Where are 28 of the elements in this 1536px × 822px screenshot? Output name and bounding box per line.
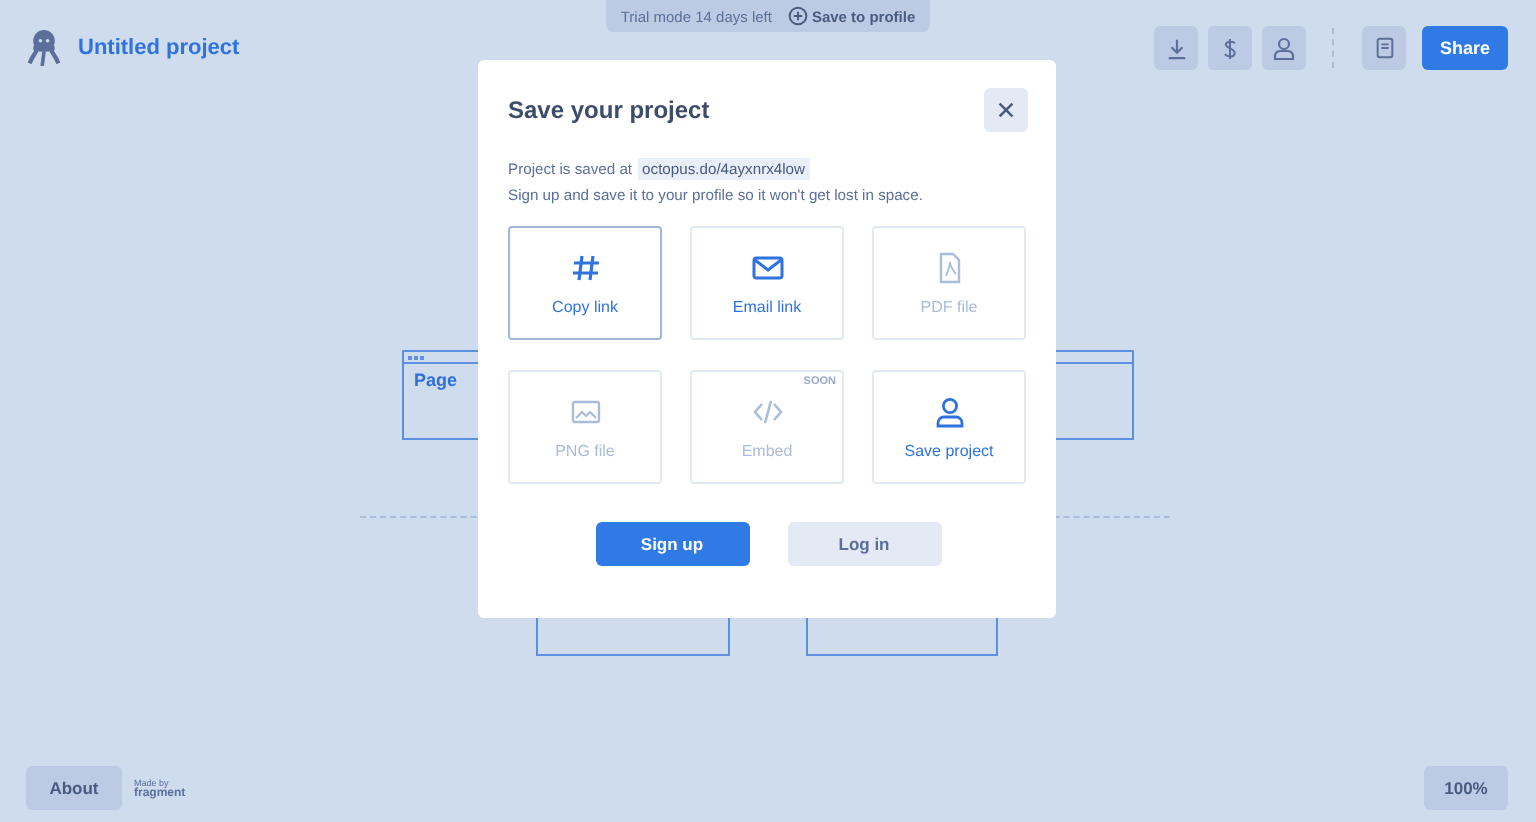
user-icon xyxy=(933,395,965,427)
image-icon xyxy=(569,395,601,427)
dollar-icon xyxy=(1220,35,1240,61)
export-option[interactable]: Save project xyxy=(872,370,1026,484)
profile-button[interactable] xyxy=(1262,26,1306,70)
book-button[interactable] xyxy=(1362,26,1406,70)
zoom-level-button[interactable]: 100% xyxy=(1424,766,1508,810)
hash-icon xyxy=(569,251,601,283)
octopus-icon xyxy=(26,28,62,68)
log-in-button[interactable]: Log in xyxy=(787,522,941,566)
mail-icon xyxy=(751,251,783,283)
close-icon xyxy=(998,102,1014,118)
share-button[interactable]: Share xyxy=(1422,26,1508,70)
frame-title: Page xyxy=(414,370,458,390)
about-button[interactable]: About xyxy=(26,766,122,810)
code-icon xyxy=(751,395,783,427)
dialog-title: Save your project xyxy=(508,96,710,124)
project-title[interactable]: Untitled project xyxy=(78,36,240,60)
close-button[interactable] xyxy=(984,88,1028,132)
download-button[interactable] xyxy=(1154,26,1198,70)
sign-up-button[interactable]: Sign up xyxy=(595,522,749,566)
pricing-button[interactable] xyxy=(1208,26,1252,70)
book-icon xyxy=(1373,36,1395,60)
user-icon xyxy=(1272,36,1296,60)
export-option[interactable]: Copy link xyxy=(508,226,662,340)
export-option[interactable]: Email link xyxy=(690,226,844,340)
download-icon xyxy=(1165,37,1187,59)
plus-icon xyxy=(787,6,808,26)
